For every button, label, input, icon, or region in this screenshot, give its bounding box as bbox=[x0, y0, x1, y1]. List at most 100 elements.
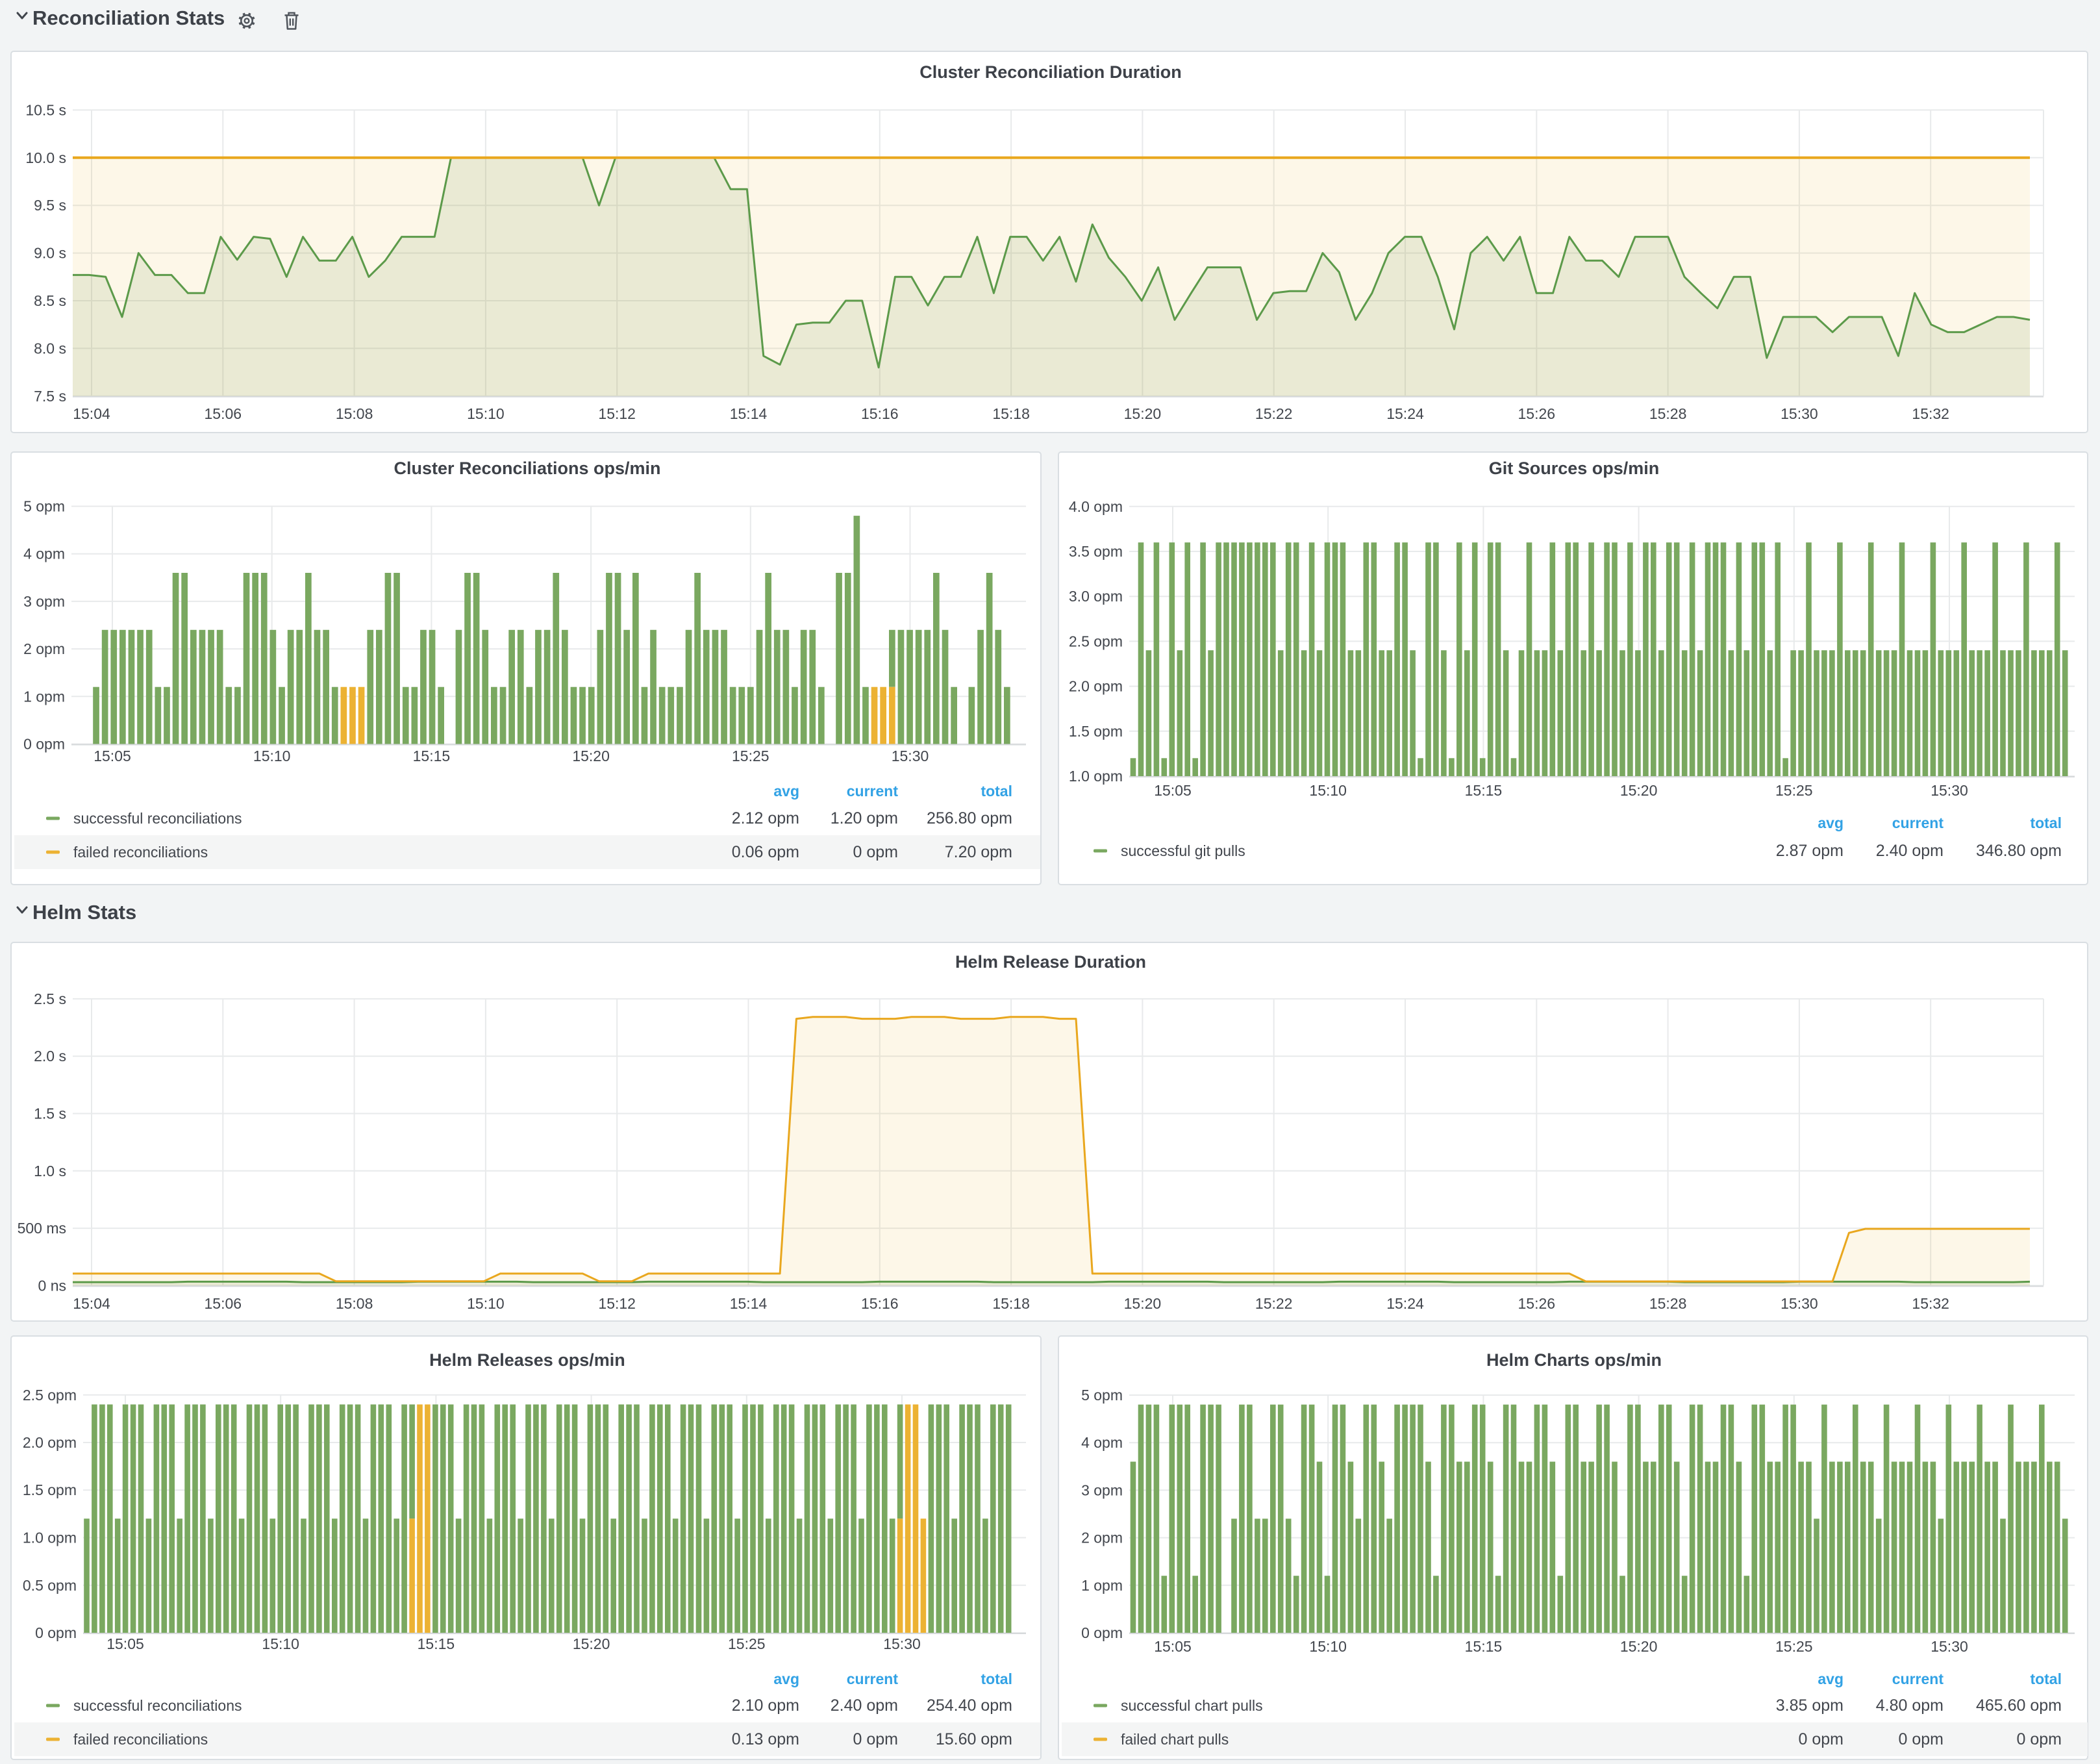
svg-text:0 opm: 0 opm bbox=[2017, 1730, 2062, 1748]
svg-text:15:05: 15:05 bbox=[1154, 1638, 1192, 1655]
svg-text:Cluster Reconciliation Duratio: Cluster Reconciliation Duration bbox=[919, 62, 1182, 82]
svg-text:15:24: 15:24 bbox=[1386, 1295, 1424, 1312]
svg-text:2.5 s: 2.5 s bbox=[34, 990, 66, 1007]
svg-text:15:20: 15:20 bbox=[572, 748, 610, 764]
svg-text:15:25: 15:25 bbox=[728, 1635, 766, 1652]
svg-text:4.0 opm: 4.0 opm bbox=[1069, 498, 1123, 515]
svg-text:total: total bbox=[2030, 1670, 2062, 1687]
svg-text:3.0 opm: 3.0 opm bbox=[1069, 588, 1123, 605]
svg-text:15:16: 15:16 bbox=[861, 405, 899, 422]
svg-text:7.5 s: 7.5 s bbox=[34, 388, 66, 405]
svg-text:1.0 opm: 1.0 opm bbox=[23, 1530, 77, 1546]
svg-text:1.5 opm: 1.5 opm bbox=[23, 1481, 77, 1498]
svg-text:avg: avg bbox=[1818, 814, 1844, 831]
svg-text:3 opm: 3 opm bbox=[23, 593, 65, 610]
svg-text:1 opm: 1 opm bbox=[23, 688, 65, 705]
svg-text:failed reconciliations: failed reconciliations bbox=[73, 1731, 208, 1748]
svg-text:avg: avg bbox=[773, 1670, 799, 1687]
svg-text:1.5 opm: 1.5 opm bbox=[1069, 723, 1123, 740]
svg-text:15:10: 15:10 bbox=[253, 748, 291, 764]
svg-text:9.5 s: 9.5 s bbox=[34, 197, 66, 214]
svg-text:15:30: 15:30 bbox=[883, 1635, 921, 1652]
svg-text:current: current bbox=[847, 1670, 899, 1687]
svg-text:15:20: 15:20 bbox=[573, 1635, 610, 1652]
svg-text:3.5 opm: 3.5 opm bbox=[1069, 543, 1123, 560]
svg-text:2.87 opm: 2.87 opm bbox=[1776, 842, 1844, 860]
svg-text:Helm Releases ops/min: Helm Releases ops/min bbox=[429, 1350, 625, 1370]
svg-text:current: current bbox=[847, 783, 899, 800]
svg-text:1.0 s: 1.0 s bbox=[34, 1163, 66, 1179]
svg-text:15:26: 15:26 bbox=[1518, 405, 1556, 422]
svg-text:15:14: 15:14 bbox=[730, 405, 768, 422]
svg-text:15:10: 15:10 bbox=[467, 1295, 505, 1312]
svg-text:Helm Release Duration: Helm Release Duration bbox=[955, 952, 1146, 972]
svg-text:15:30: 15:30 bbox=[1931, 1638, 1968, 1655]
svg-text:15:25: 15:25 bbox=[732, 748, 769, 764]
svg-text:successful git pulls: successful git pulls bbox=[1121, 842, 1245, 859]
svg-text:current: current bbox=[1892, 1670, 1944, 1687]
svg-text:2.12 opm: 2.12 opm bbox=[732, 809, 799, 827]
svg-text:Git Sources ops/min: Git Sources ops/min bbox=[1489, 459, 1660, 478]
svg-text:0 opm: 0 opm bbox=[23, 736, 65, 753]
svg-text:15:05: 15:05 bbox=[1154, 782, 1192, 799]
svg-text:15:30: 15:30 bbox=[892, 748, 929, 764]
svg-text:0 opm: 0 opm bbox=[853, 1730, 898, 1748]
svg-text:0 opm: 0 opm bbox=[1081, 1624, 1123, 1641]
svg-text:10.0 s: 10.0 s bbox=[25, 149, 66, 166]
svg-text:15:10: 15:10 bbox=[262, 1635, 299, 1652]
svg-text:15.60 opm: 15.60 opm bbox=[936, 1730, 1012, 1748]
svg-text:500 ms: 500 ms bbox=[18, 1220, 66, 1237]
svg-text:15:28: 15:28 bbox=[1649, 405, 1687, 422]
svg-text:0.5 opm: 0.5 opm bbox=[23, 1577, 77, 1594]
svg-text:15:25: 15:25 bbox=[1775, 1638, 1813, 1655]
svg-text:10.5 s: 10.5 s bbox=[25, 101, 66, 118]
svg-text:4 opm: 4 opm bbox=[23, 546, 65, 562]
svg-text:3 opm: 3 opm bbox=[1081, 1481, 1123, 1498]
svg-text:15:26: 15:26 bbox=[1518, 1295, 1556, 1312]
svg-text:2 opm: 2 opm bbox=[1081, 1530, 1123, 1546]
svg-text:1 opm: 1 opm bbox=[1081, 1577, 1123, 1594]
svg-text:15:24: 15:24 bbox=[1386, 405, 1424, 422]
svg-text:2.5 opm: 2.5 opm bbox=[1069, 633, 1123, 649]
svg-text:15:20: 15:20 bbox=[1620, 1638, 1658, 1655]
svg-text:15:25: 15:25 bbox=[1775, 782, 1813, 799]
svg-text:0.06 opm: 0.06 opm bbox=[732, 843, 799, 861]
svg-text:4.80 opm: 4.80 opm bbox=[1876, 1696, 1944, 1715]
svg-text:15:20: 15:20 bbox=[1124, 1295, 1162, 1312]
svg-text:5 opm: 5 opm bbox=[1081, 1387, 1123, 1404]
svg-text:successful reconciliations: successful reconciliations bbox=[73, 810, 242, 827]
svg-text:2.0 opm: 2.0 opm bbox=[23, 1434, 77, 1451]
svg-text:0 opm: 0 opm bbox=[853, 843, 898, 861]
svg-text:465.60 opm: 465.60 opm bbox=[1976, 1696, 2062, 1715]
svg-text:failed reconciliations: failed reconciliations bbox=[73, 844, 208, 861]
svg-text:2.40 opm: 2.40 opm bbox=[831, 1696, 898, 1715]
svg-text:0 ns: 0 ns bbox=[38, 1277, 66, 1294]
svg-text:5 opm: 5 opm bbox=[23, 498, 65, 515]
svg-text:254.40 opm: 254.40 opm bbox=[927, 1696, 1012, 1715]
svg-text:15:32: 15:32 bbox=[1912, 1295, 1949, 1312]
svg-text:15:10: 15:10 bbox=[1309, 782, 1347, 799]
svg-text:0.13 opm: 0.13 opm bbox=[732, 1730, 799, 1748]
svg-text:1.20 opm: 1.20 opm bbox=[831, 809, 898, 827]
svg-text:15:06: 15:06 bbox=[205, 1295, 242, 1312]
svg-text:346.80 opm: 346.80 opm bbox=[1976, 842, 2062, 860]
svg-text:1.0 opm: 1.0 opm bbox=[1069, 768, 1123, 785]
svg-text:avg: avg bbox=[1818, 1670, 1844, 1687]
svg-text:8.0 s: 8.0 s bbox=[34, 340, 66, 357]
svg-text:15:16: 15:16 bbox=[861, 1295, 899, 1312]
svg-text:15:12: 15:12 bbox=[598, 405, 636, 422]
svg-text:15:08: 15:08 bbox=[336, 405, 373, 422]
svg-text:15:05: 15:05 bbox=[106, 1635, 144, 1652]
svg-text:15:12: 15:12 bbox=[598, 1295, 636, 1312]
svg-text:15:30: 15:30 bbox=[1931, 782, 1968, 799]
svg-text:3.85 opm: 3.85 opm bbox=[1776, 1696, 1844, 1715]
svg-text:avg: avg bbox=[773, 783, 799, 800]
svg-text:7.20 opm: 7.20 opm bbox=[945, 843, 1012, 861]
svg-text:Cluster Reconciliations ops/mi: Cluster Reconciliations ops/min bbox=[394, 459, 660, 478]
svg-text:0 opm: 0 opm bbox=[1799, 1730, 1844, 1748]
svg-text:15:20: 15:20 bbox=[1124, 405, 1162, 422]
svg-text:15:14: 15:14 bbox=[730, 1295, 768, 1312]
svg-text:total: total bbox=[981, 783, 1012, 800]
svg-text:15:20: 15:20 bbox=[1620, 782, 1658, 799]
svg-text:15:18: 15:18 bbox=[992, 1295, 1030, 1312]
